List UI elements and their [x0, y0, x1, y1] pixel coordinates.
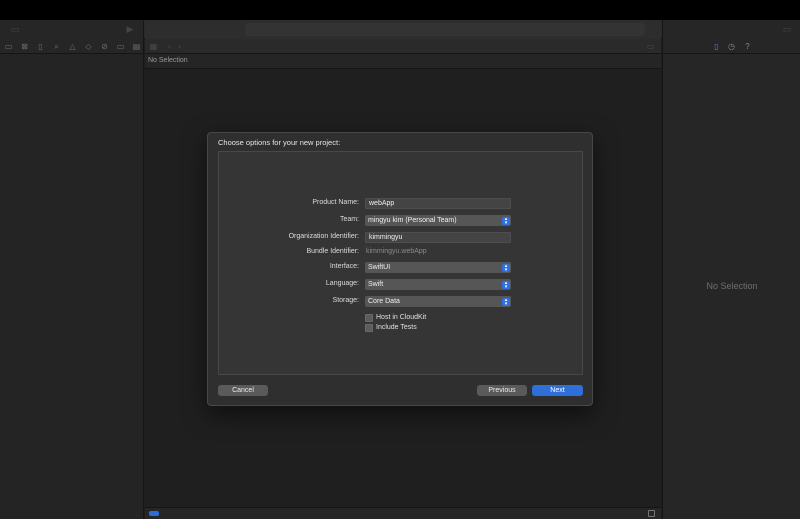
report-icon[interactable]: ▤ [132, 42, 141, 51]
jump-bar: No Selection [145, 54, 661, 69]
inspector-panel: No Selection [662, 54, 800, 519]
language-popup[interactable]: Swift ▴ ▾ [365, 279, 511, 290]
toolbar-right: ▭ [662, 20, 800, 39]
chevron-updown-icon: ▴ ▾ [502, 297, 510, 306]
language-label: Language: [325, 280, 359, 287]
bookmark-icon[interactable]: ▯ [36, 42, 45, 51]
team-label: Team: [339, 216, 359, 223]
team-popup[interactable]: mingyu kim (Personal Team) ▴ ▾ [365, 215, 511, 226]
interface-value: SwiftUI [368, 264, 391, 271]
host-in-cloudkit-checkbox[interactable] [365, 314, 373, 322]
host-in-cloudkit-label[interactable]: Host in CloudKit [376, 314, 426, 321]
interface-label: Interface: [329, 263, 359, 270]
back-icon[interactable]: ‹ [165, 42, 174, 51]
run-icon[interactable]: ▶ [125, 24, 135, 34]
folder-icon[interactable]: ▭ [4, 42, 13, 51]
interface-popup[interactable]: SwiftUI ▴ ▾ [365, 262, 511, 273]
include-tests-label[interactable]: Include Tests [376, 324, 417, 331]
product-name-field[interactable]: webApp [365, 198, 511, 209]
debug-bar [145, 507, 661, 519]
next-button[interactable]: Next [532, 385, 583, 396]
cancel-button[interactable]: Cancel [218, 385, 268, 396]
product-name-label: Product Name: [312, 199, 359, 206]
include-tests-checkbox[interactable] [365, 324, 373, 332]
inspector-empty-text: No Selection [706, 281, 758, 291]
history-icon[interactable]: ◷ [727, 42, 736, 51]
search-icon[interactable]: ⌕ [52, 42, 61, 51]
language-value: Swift [368, 281, 384, 288]
toolbar-activity [145, 20, 661, 39]
inspector-bar: ▯ ◷ ? [662, 39, 800, 54]
storage-popup[interactable]: Core Data ▴ ▾ [365, 296, 511, 307]
organization-identifier-field[interactable]: kimmingyu [365, 232, 511, 243]
bundle-identifier-value: kimmingyu.webApp [366, 248, 427, 255]
source-control-icon[interactable]: ⊠ [20, 42, 29, 51]
storage-label: Storage: [332, 297, 359, 304]
chevron-updown-icon: ▴ ▾ [502, 263, 510, 272]
grid-icon[interactable]: ▦ [149, 42, 158, 51]
bundle-identifier-label: Bundle Identifier: [306, 248, 359, 255]
window-top-bar [0, 0, 800, 20]
chevron-updown-icon: ▴ ▾ [502, 216, 510, 225]
storage-value: Core Data [368, 298, 400, 305]
activity-indicator-icon[interactable] [149, 511, 159, 516]
navigator-bar: ▭ ⊠ ▯ ⌕ △ ◇ ⊘ ▭ ▤ [0, 39, 144, 54]
console-toggle-icon[interactable] [648, 510, 655, 517]
test-icon[interactable]: ◇ [84, 42, 93, 51]
file-inspector-icon[interactable]: ▯ [712, 42, 721, 51]
forward-icon[interactable]: › [175, 42, 184, 51]
organization-identifier-label: Organization Identifier: [288, 233, 359, 240]
inspector-toggle-icon[interactable]: ▭ [782, 24, 792, 34]
toolbar: ▭ ▶ ▭ [0, 20, 800, 39]
navigator-sidebar [0, 54, 144, 519]
debug-icon[interactable]: ⊘ [100, 42, 109, 51]
help-icon[interactable]: ? [743, 42, 752, 51]
new-project-dialog: Choose options for your new project: Pro… [207, 132, 593, 406]
dialog-title: Choose options for your new project: [218, 138, 341, 147]
activity-view [245, 23, 645, 36]
previous-button[interactable]: Previous [477, 385, 527, 396]
sidebar-toggle-icon[interactable]: ▭ [10, 24, 20, 34]
jump-bar-status: No Selection [148, 57, 188, 64]
editor-options-icon[interactable]: ▭ [646, 42, 655, 51]
chevron-updown-icon: ▴ ▾ [502, 280, 510, 289]
warning-icon[interactable]: △ [68, 42, 77, 51]
editor-tab-bar: ▦ ‹ › ▭ [145, 39, 661, 54]
team-value: mingyu kim (Personal Team) [368, 217, 457, 224]
toolbar-left: ▭ ▶ [0, 20, 144, 39]
options-panel: Product Name: webApp Team: mingyu kim (P… [218, 151, 583, 375]
breakpoint-icon[interactable]: ▭ [116, 42, 125, 51]
